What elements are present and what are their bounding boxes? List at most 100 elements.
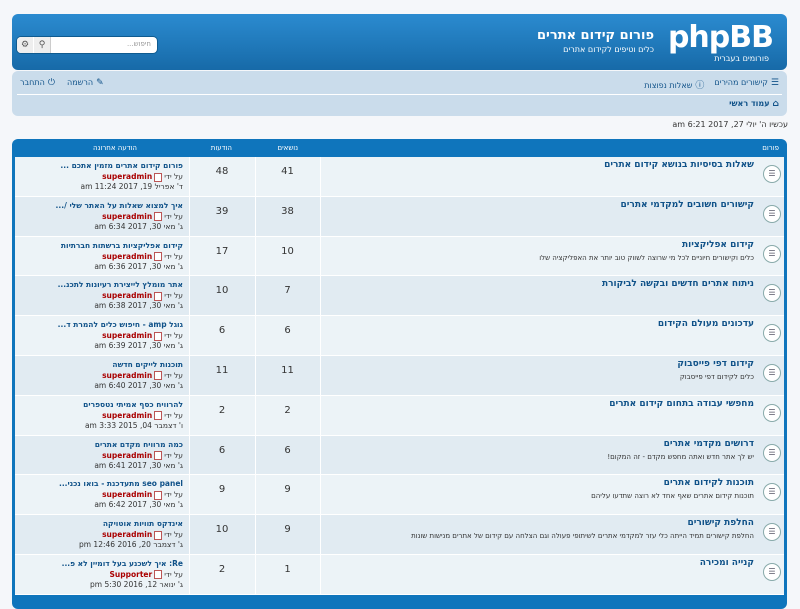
view-post-icon[interactable]	[154, 331, 163, 341]
author-link[interactable]: superadmin	[102, 451, 152, 460]
forum-row: ☰ מחפשי עבודה בתחום קידום אתרים 2 2 להרוויח …	[14, 395, 784, 436]
forum-topics-count: 38	[255, 196, 321, 236]
forum-topics-count: 9	[255, 515, 321, 554]
last-post-author: על ידי superadmin	[102, 451, 183, 461]
view-post-icon[interactable]	[154, 212, 163, 222]
forum-title-cell: ☰ דרושים מקדמי אתרים יש לך אתר חדש ואתה מח…	[321, 436, 784, 475]
search-icon[interactable]: ⚲	[34, 37, 51, 53]
search-input[interactable]: חיפוש...	[127, 40, 151, 48]
forum-link[interactable]: קידום אפליקציות	[682, 240, 754, 250]
by-label: על ידי	[164, 569, 183, 579]
navbar: ☰קישורים מהירים ⓘשאלות נפוצות ✎הרשמה ⏻הת…	[12, 71, 787, 116]
author-link[interactable]: superadmin	[102, 212, 152, 221]
last-post-cell: להרוויח כסף אמיתי נטספרים על ידי superadmi…	[14, 395, 190, 435]
author-link[interactable]: superadmin	[102, 331, 152, 340]
by-label: על ידי	[164, 291, 183, 301]
faq-label: שאלות נפוצות	[644, 81, 693, 90]
forum-link[interactable]: מחפשי עבודה בתחום קידום אתרים	[609, 399, 754, 409]
author-link[interactable]: superadmin	[102, 530, 152, 539]
forum-rows: ☰ שאלות בסיסיות בנושא קידום אתרים 41 48 פורו…	[15, 157, 784, 595]
last-post-date: ג' ינואר 12, 2016 5:30 pm	[89, 579, 183, 589]
last-post-cell: כמה מרוויח מקדם אתרים על ידי superadmin ג' …	[14, 435, 190, 475]
login-link[interactable]: ⏻התחבר	[20, 78, 55, 88]
forum-title-cell: ☰ שאלות בסיסיות בנושא קידום אתרים	[321, 157, 784, 196]
forum-link[interactable]: ניתוח אתרים חדשים ובקשה לביקורת	[602, 279, 754, 289]
user-links: ✎הרשמה ⏻התחבר	[20, 78, 104, 88]
register-link[interactable]: ✎הרשמה	[67, 78, 104, 88]
forum-topics-count: 9	[255, 475, 321, 515]
forum-description: כלים וקישורים חיוניים לכל מי שרוצה לשווק…	[539, 253, 754, 262]
last-post-link[interactable]: קידום אפליקציות ברשתות חברתיות	[61, 241, 183, 250]
forum-topics-count: 6	[255, 316, 321, 355]
last-post-date: ג' מאי 30, 2017 6:34 am	[94, 221, 183, 231]
author-link[interactable]: superadmin	[102, 252, 152, 261]
by-label: על ידי	[164, 251, 183, 261]
author-link[interactable]: Supporter	[110, 570, 153, 579]
forum-posts-count: 6	[189, 316, 256, 355]
view-post-icon[interactable]	[154, 411, 163, 421]
last-post-link[interactable]: seo panel מתעדכנת - בואו נכני...	[59, 479, 183, 488]
forum-link[interactable]: קישורים חשובים למקדמי אתרים	[620, 200, 754, 210]
quick-links-label: קישורים מהירים	[714, 78, 768, 87]
view-post-icon[interactable]	[154, 291, 163, 301]
last-post-date: ד' אפריל 19, 2017 11:24 am	[80, 182, 183, 191]
last-post-author: על ידי superadmin	[102, 530, 183, 540]
forum-read-icon: ☰	[764, 285, 780, 302]
view-post-icon[interactable]	[154, 371, 163, 381]
by-label: על ידי	[164, 331, 183, 341]
forum-read-icon: ☰	[764, 166, 780, 182]
last-post-link[interactable]: אינדקס תוויות אוטויקה	[103, 519, 183, 528]
site-title: פורום קידום אתרים	[536, 28, 654, 43]
last-post-date: ג' מאי 30, 2017 6:42 am	[94, 500, 183, 510]
author-link[interactable]: superadmin	[102, 490, 152, 499]
forum-link[interactable]: קנייה ומכירה	[700, 558, 754, 568]
last-post-link[interactable]: פורום קידום אתרים מזמין אתכם ...	[60, 161, 183, 170]
last-post-date: ג' דצמבר 20, 2016 12:46 pm	[78, 540, 183, 550]
forum-link[interactable]: תוכנות לקידום אתרים	[664, 478, 754, 488]
last-post-link[interactable]: להרוויח כסף אמיתי נטספרים	[83, 400, 183, 409]
forum-link[interactable]: שאלות בסיסיות בנושא קידום אתרים	[604, 160, 754, 170]
author-link[interactable]: superadmin	[102, 291, 152, 300]
faq-link[interactable]: ⓘשאלות נפוצות	[644, 78, 704, 91]
last-post-link[interactable]: גוגל amp - חיפוש כלים להמרת ד...	[58, 320, 183, 329]
site-logo[interactable]: phpBB פורומים בעברית	[668, 22, 774, 64]
author-link[interactable]: superadmin	[102, 411, 152, 420]
view-post-icon[interactable]	[154, 530, 163, 540]
gear-icon[interactable]: ⚙	[17, 37, 33, 53]
breadcrumb[interactable]: ⌂עמוד ראשי	[729, 99, 779, 109]
forum-topics-count: 6	[255, 435, 321, 475]
last-post-date: ו' דצמבר 04, 2015 3:33 am	[84, 420, 183, 430]
forum-row: ☰ קישורים חשובים למקדמי אתרים 38 39 איך למצו…	[14, 196, 784, 237]
view-post-icon[interactable]	[154, 172, 163, 182]
author-link[interactable]: superadmin	[102, 172, 152, 181]
search-box: חיפוש... ⚲ ⚙	[17, 37, 157, 53]
home-icon: ⌂	[772, 99, 779, 109]
author-link[interactable]: superadmin	[102, 371, 152, 380]
view-post-icon[interactable]	[154, 451, 163, 461]
last-post-link[interactable]: תוכנות לייקים חדשה	[112, 360, 183, 369]
last-post-author: על ידי superadmin	[102, 172, 183, 182]
forum-list-header: פורום נושאים הודעות הודעה אחרונה	[12, 139, 787, 157]
forum-row: ☰ ניתוח אתרים חדשים ובקשה לביקורת 7 10 אתר מ…	[15, 276, 784, 317]
power-icon: ⏻	[47, 78, 55, 88]
forum-title-cell: ☰ תוכנות לקידום אתרים תוכנות קידום אתרים ש…	[321, 475, 784, 514]
last-post-link[interactable]: איך למצוא שאלות על האתר שלי /...	[56, 201, 183, 210]
view-post-icon[interactable]	[154, 252, 163, 262]
last-post-cell: איך למצוא שאלות על האתר שלי /... על ידי su…	[14, 196, 190, 236]
forum-link[interactable]: החלפת קישורים	[687, 518, 754, 528]
forum-read-icon: ☰	[764, 325, 780, 342]
last-post-link[interactable]: כמה מרוויח מקדם אתרים	[95, 440, 183, 449]
forum-posts-count: 6	[189, 435, 256, 475]
last-post-link[interactable]: אתר מומלץ לייצירת רעיונות לתכנ...	[58, 280, 183, 289]
forum-link[interactable]: קידום דפי פייסבוק	[677, 359, 754, 369]
forum-row: ☰ תוכנות לקידום אתרים תוכנות קידום אתרים ש…	[15, 475, 784, 516]
by-label: על ידי	[164, 172, 183, 181]
view-post-icon[interactable]	[154, 490, 163, 500]
view-post-icon[interactable]	[154, 570, 163, 580]
last-post-link[interactable]: Re: איך לשכנע בעל דומיין לא פ...	[62, 559, 183, 568]
forum-link[interactable]: דרושים מקדמי אתרים	[664, 439, 754, 449]
forum-title-cell: ☰ מחפשי עבודה בתחום קידום אתרים	[321, 396, 784, 435]
forum-topics-count: 7	[255, 276, 321, 316]
forum-link[interactable]: עדכונים מעולם הקידום	[658, 319, 754, 329]
quick-links-menu[interactable]: ☰קישורים מהירים	[714, 78, 779, 91]
